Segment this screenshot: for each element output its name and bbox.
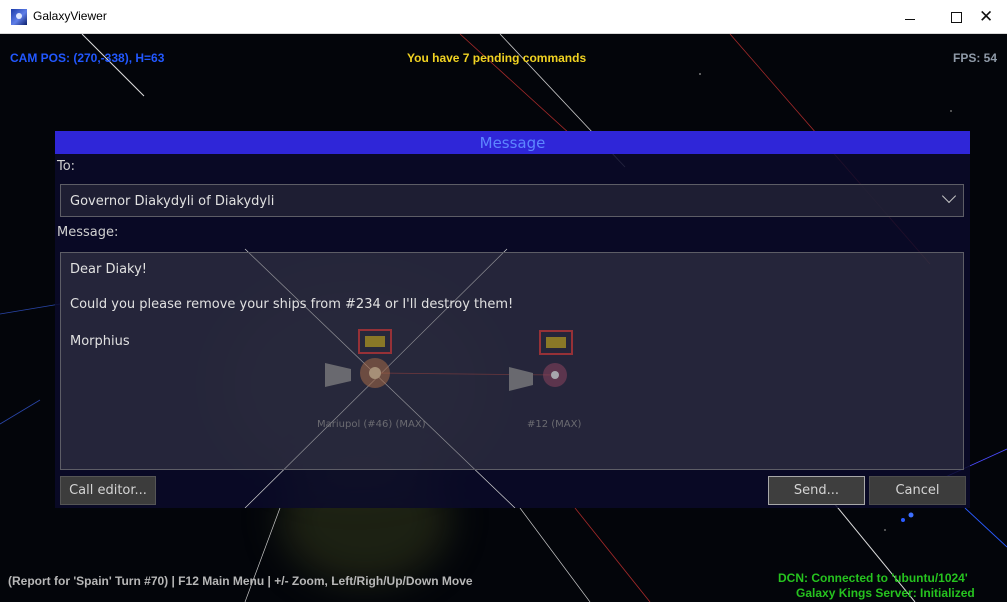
star (884, 529, 886, 531)
send-button[interactable]: Send... (768, 476, 865, 505)
server-status: Galaxy Kings Server: Initialized (796, 586, 975, 600)
message-dialog: Mariupol (#46) (MAX) #12 (MAX) Message T… (55, 131, 970, 508)
connection-status: DCN: Connected to 'ubuntu/1024' (778, 571, 968, 585)
close-icon: ✕ (979, 6, 994, 27)
call-editor-button[interactable]: Call editor... (60, 476, 156, 505)
camera-position: CAM POS: (270,-338), H=63 (10, 51, 165, 65)
recipient-value: Governor Diakydyli of Diakydyli (70, 194, 275, 209)
star (699, 73, 701, 75)
fps-counter: FPS: 54 (953, 51, 998, 65)
route-line (0, 399, 41, 425)
route-line (964, 507, 1007, 548)
cancel-button[interactable]: Cancel (869, 476, 966, 505)
galaxy-app-icon (11, 9, 27, 25)
route-line (519, 507, 591, 602)
maximize-button[interactable] (933, 0, 979, 34)
galaxy-map[interactable]: CAM POS: (270,-338), H=63 You have 7 pen… (0, 34, 1007, 602)
minimize-button[interactable] (887, 0, 933, 34)
galaxyviewer-window: GalaxyViewer ✕ CAM POS: (270,-338), H=63… (0, 0, 1007, 602)
star (908, 512, 914, 518)
window-title: GalaxyViewer (33, 9, 107, 23)
star (950, 110, 952, 112)
maximize-icon (950, 11, 962, 23)
chevron-down-icon[interactable] (941, 188, 957, 204)
recipient-select[interactable]: Governor Diakydyli of Diakydyli (60, 184, 964, 217)
route-line (0, 303, 61, 315)
message-line: Morphius (70, 334, 130, 349)
minimize-icon (905, 18, 915, 20)
message-line: Could you please remove your ships from … (70, 297, 514, 312)
star (901, 518, 905, 522)
route-line (81, 34, 145, 97)
dialog-title: Message (479, 134, 546, 152)
message-textarea[interactable]: Dear Diaky! Could you please remove your… (60, 252, 964, 470)
message-label: Message: (57, 225, 119, 240)
pending-commands: You have 7 pending commands (407, 51, 587, 65)
route-line (574, 507, 651, 602)
message-line: Dear Diaky! (70, 262, 148, 277)
title-bar: GalaxyViewer ✕ (0, 0, 1007, 34)
dialog-header: Message (55, 131, 970, 154)
to-label: To: (57, 159, 76, 174)
close-button[interactable]: ✕ (979, 0, 1007, 34)
report-status-line: (Report for 'Spain' Turn #70) | F12 Main… (8, 574, 473, 588)
